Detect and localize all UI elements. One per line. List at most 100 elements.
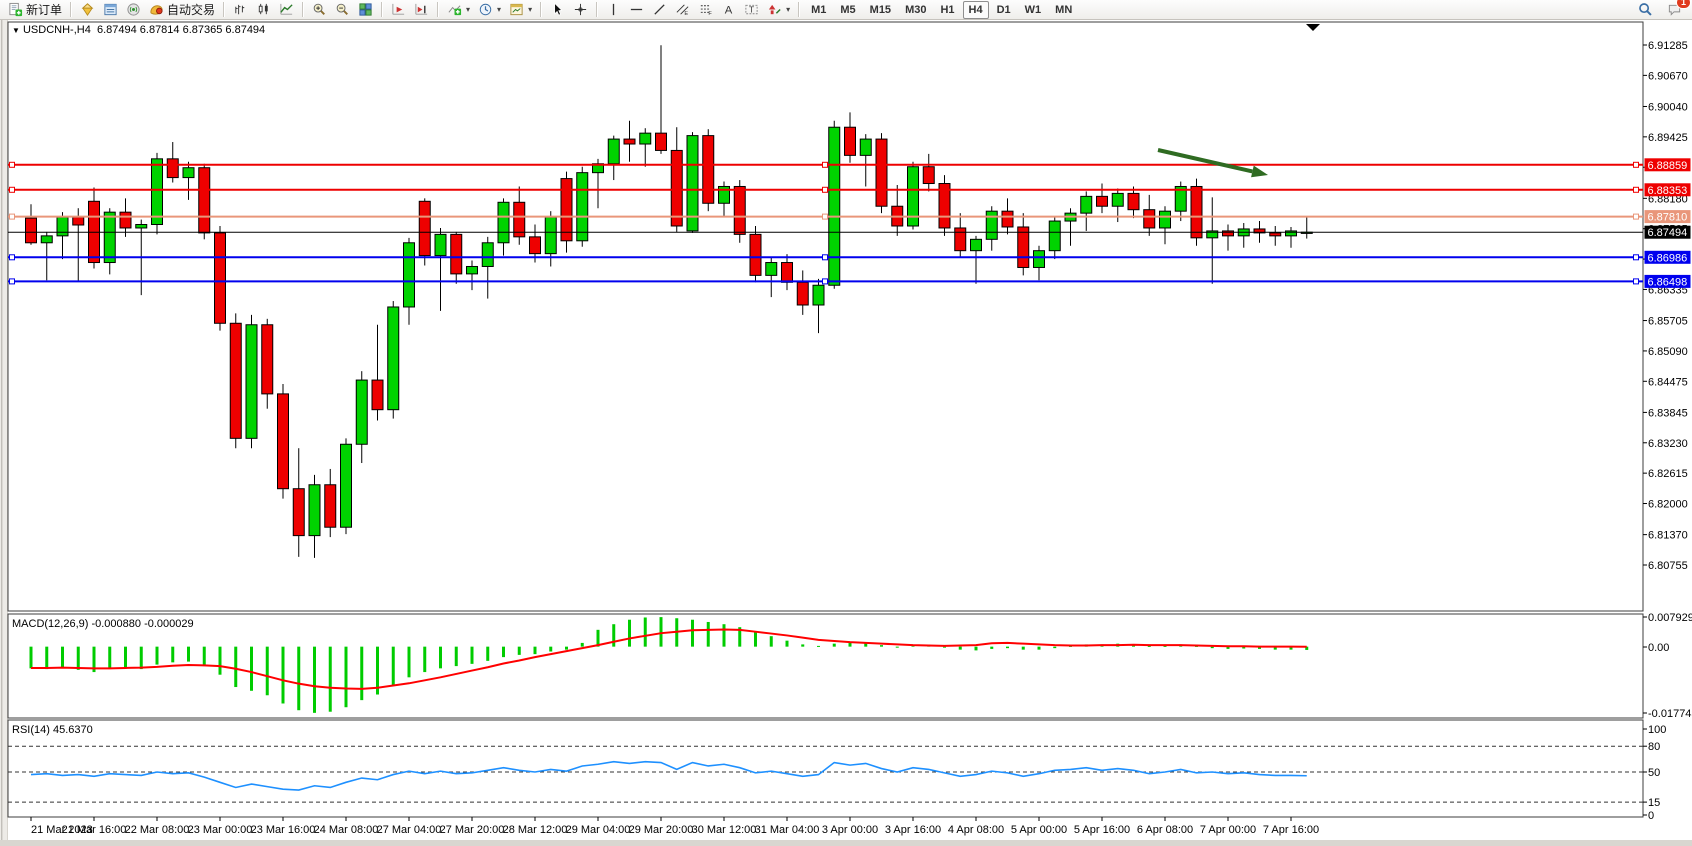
candle-bullish — [986, 211, 997, 239]
rsi-tick-label: 50 — [1648, 767, 1660, 779]
candlestick-chart-button[interactable] — [252, 0, 275, 20]
macd-bar — [896, 647, 899, 648]
macd-bar — [455, 647, 458, 666]
trend-arrow-annotation[interactable] — [1158, 150, 1268, 177]
candle-bearish — [1097, 196, 1108, 206]
vertical-line-button[interactable] — [602, 0, 625, 20]
macd-bar — [880, 645, 883, 646]
chevron-down-icon: ▾ — [497, 5, 501, 14]
toolbar-separator — [798, 2, 800, 17]
timeframe-d1[interactable]: D1 — [991, 1, 1017, 19]
macd-bar — [439, 647, 442, 669]
macd-bar — [707, 622, 710, 647]
search-button[interactable] — [1634, 0, 1657, 20]
support-line-1[interactable] — [8, 255, 1643, 260]
line-handle[interactable] — [823, 162, 828, 167]
timeframe-m15[interactable]: M15 — [864, 1, 897, 19]
chart-shift-marker[interactable] — [1306, 24, 1320, 31]
templates-button[interactable]: ▾ — [505, 0, 536, 20]
horizontal-line-button[interactable] — [625, 0, 648, 20]
indicators-button[interactable]: ▾ — [443, 0, 474, 20]
arrows-button[interactable]: ▾ — [763, 0, 794, 20]
crosshair-button[interactable] — [569, 0, 592, 20]
tile-windows-icon — [358, 2, 373, 17]
candle-bearish — [1144, 210, 1155, 228]
timeframe-h4[interactable]: H4 — [963, 1, 989, 19]
line-handle[interactable] — [10, 162, 15, 167]
rsi-indicator-label: RSI(14) 45.6370 — [12, 724, 93, 736]
timeframe-m1[interactable]: M1 — [805, 1, 832, 19]
tile-windows-button[interactable] — [354, 0, 377, 20]
periods-button[interactable]: ▾ — [474, 0, 505, 20]
arrowhead-icon — [1251, 166, 1268, 178]
candle-bearish — [120, 212, 131, 228]
trendline-button[interactable] — [648, 0, 671, 20]
line-handle[interactable] — [1634, 214, 1639, 219]
candle-bullish — [577, 173, 588, 241]
signals-button[interactable] — [122, 0, 145, 20]
cursor-button[interactable] — [546, 0, 569, 20]
candle-bullish — [104, 212, 115, 262]
fibonacci-button[interactable]: F — [694, 0, 717, 20]
channel-button[interactable]: E — [671, 0, 694, 20]
auto-trading-button[interactable]: 自动交易 — [145, 0, 219, 20]
line-handle[interactable] — [1634, 255, 1639, 260]
bar-chart-button[interactable] — [229, 0, 252, 20]
line-handle[interactable] — [1634, 279, 1639, 284]
timeframe-h1[interactable]: H1 — [934, 1, 960, 19]
chevron-down-icon: ▾ — [466, 5, 470, 14]
line-handle[interactable] — [823, 255, 828, 260]
candle-bullish — [1160, 211, 1171, 228]
candle-bearish — [451, 234, 462, 274]
mid-line[interactable] — [8, 214, 1643, 219]
text-button[interactable]: A — [717, 0, 740, 20]
candle-bullish — [404, 243, 415, 307]
candle-bearish — [782, 263, 793, 283]
chart-shift-button[interactable] — [410, 0, 433, 20]
time-tick-label: 23 Mar 00:00 — [188, 824, 253, 836]
line-handle[interactable] — [10, 279, 15, 284]
crystal-icon — [80, 2, 95, 17]
macd-bar — [156, 647, 159, 665]
line-handle[interactable] — [10, 214, 15, 219]
timeframe-m30[interactable]: M30 — [899, 1, 932, 19]
resistance-line-2[interactable] — [8, 187, 1643, 192]
toolbar-separator — [70, 2, 72, 17]
text-label-button[interactable]: T — [740, 0, 763, 20]
text-label-icon: T — [744, 2, 759, 17]
candle-bearish — [1191, 186, 1202, 237]
line-handle[interactable] — [823, 214, 828, 219]
line-chart-button[interactable] — [275, 0, 298, 20]
macd-bar — [329, 647, 332, 712]
auto-scroll-icon — [391, 2, 406, 17]
data-window-button[interactable] — [99, 0, 122, 20]
line-handle[interactable] — [823, 187, 828, 192]
zoom-out-button[interactable] — [331, 0, 354, 20]
candle-bullish — [356, 380, 367, 444]
timeframe-mn[interactable]: MN — [1049, 1, 1078, 19]
line-handle[interactable] — [1634, 162, 1639, 167]
macd-bar — [518, 647, 521, 655]
macd-bar — [754, 632, 757, 647]
notifications-button[interactable]: 1 — [1663, 0, 1686, 20]
macd-bar — [471, 647, 474, 664]
new-order-button[interactable]: 新订单 — [4, 0, 66, 20]
auto-scroll-button[interactable] — [387, 0, 410, 20]
candle-bearish — [514, 202, 525, 237]
timeframe-m5[interactable]: M5 — [834, 1, 861, 19]
resistance-line-1[interactable] — [8, 162, 1643, 167]
support-line-2[interactable] — [8, 279, 1643, 284]
timeframe-w1[interactable]: W1 — [1019, 1, 1048, 19]
line-handle[interactable] — [10, 255, 15, 260]
fibonacci-icon: F — [698, 2, 713, 17]
candle-bullish — [435, 234, 446, 255]
line-handle[interactable] — [823, 279, 828, 284]
macd-bar — [549, 647, 552, 652]
candle-bullish — [545, 217, 556, 254]
symbol-dropdown-icon[interactable]: ▼ — [12, 26, 20, 35]
line-handle[interactable] — [1634, 187, 1639, 192]
candle-bullish — [183, 168, 194, 178]
zoom-in-button[interactable] — [308, 0, 331, 20]
chart-properties-button[interactable] — [76, 0, 99, 20]
line-handle[interactable] — [10, 187, 15, 192]
